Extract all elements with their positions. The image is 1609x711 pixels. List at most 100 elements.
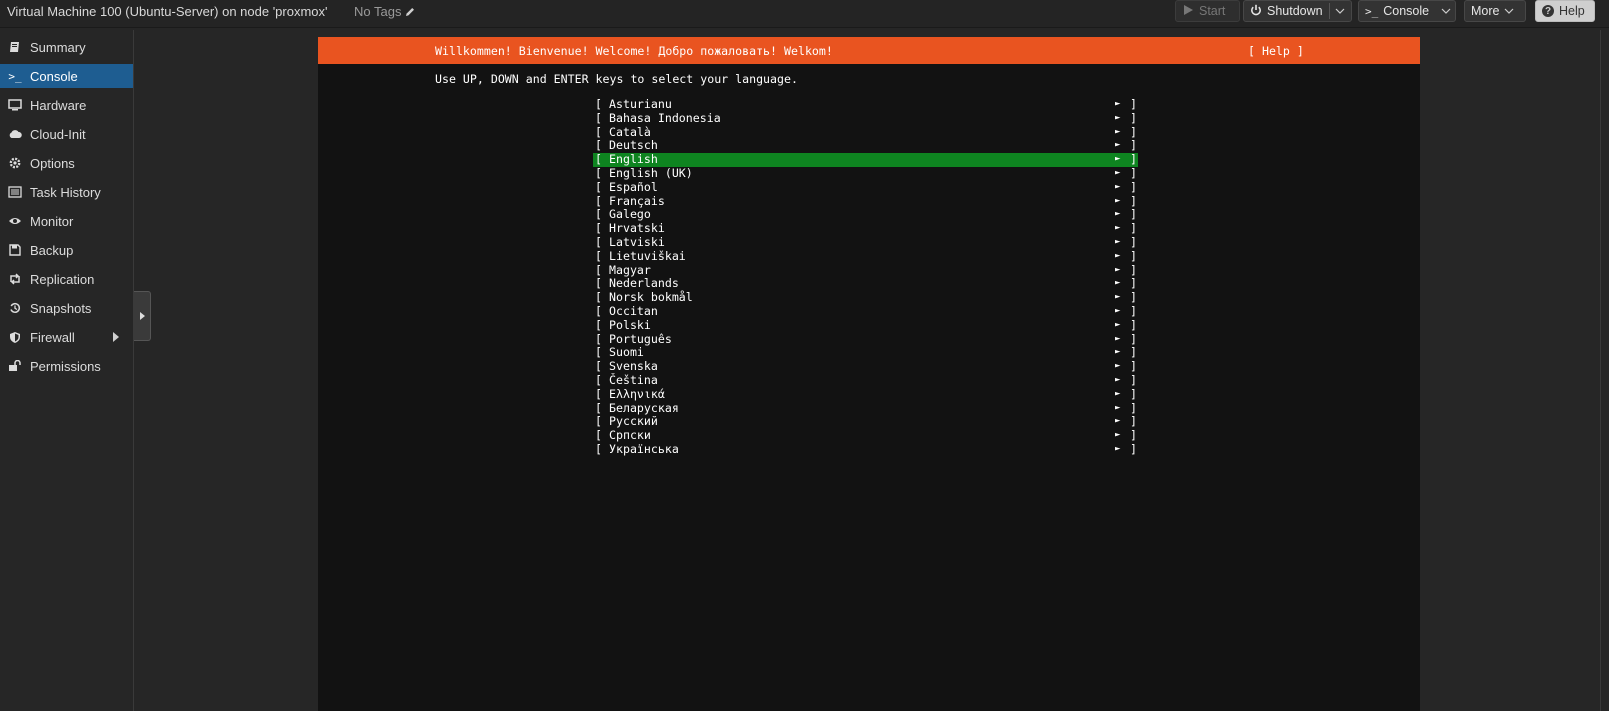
- language-option-label: Norsk bokmål: [609, 290, 693, 305]
- start-button[interactable]: Start: [1175, 0, 1240, 22]
- language-option[interactable]: [Português ►]: [593, 331, 1138, 347]
- language-option[interactable]: [Magyar ►]: [593, 262, 1138, 278]
- language-option[interactable]: [Asturianu ►]: [593, 97, 1138, 112]
- expand-arrow-icon[interactable]: [113, 332, 119, 342]
- bracket-open: [: [595, 248, 602, 263]
- triangle-right-icon: ►: [1115, 168, 1121, 178]
- novnc-sidebar-toggle[interactable]: [134, 291, 151, 341]
- language-option-label: Galego: [609, 207, 651, 222]
- panel-divider: [1600, 30, 1601, 711]
- bracket-open: [: [595, 97, 602, 111]
- language-option-label: Latviski: [609, 235, 665, 249]
- sidebar-item-hardware[interactable]: Hardware: [0, 93, 133, 117]
- chevron-down-icon[interactable]: [1441, 4, 1451, 18]
- bracket-close: ]: [1130, 248, 1137, 263]
- pencil-icon[interactable]: [404, 6, 416, 18]
- sidebar-item-task-history[interactable]: Task History: [0, 180, 133, 204]
- language-option[interactable]: [Nederlands ►]: [593, 277, 1138, 291]
- welcome-banner: Willkommen! Bienvenue! Welcome! Добро по…: [435, 44, 833, 58]
- triangle-right-icon: ►: [1115, 181, 1121, 192]
- language-option[interactable]: [Català ►]: [593, 125, 1138, 140]
- language-option[interactable]: [Українська ►]: [593, 442, 1138, 457]
- language-option[interactable]: [Suomi ►]: [593, 346, 1138, 360]
- sidebar-item-console[interactable]: >_ Console: [0, 64, 133, 88]
- console-label: Console: [1383, 4, 1430, 18]
- triangle-right-icon: ►: [1115, 388, 1121, 399]
- bracket-open: [: [595, 331, 602, 346]
- shutdown-button[interactable]: Shutdown: [1243, 0, 1352, 22]
- language-option[interactable]: [Беларуская ►]: [593, 401, 1138, 416]
- language-option[interactable]: [Galego ►]: [593, 208, 1138, 222]
- bracket-open: [: [595, 428, 602, 443]
- retweet-icon: [8, 272, 22, 286]
- language-option[interactable]: [Polski ►]: [593, 317, 1138, 333]
- triangle-right-icon: ►: [1115, 375, 1121, 385]
- language-option[interactable]: [English ►]: [593, 152, 1138, 167]
- bracket-open: [: [595, 179, 602, 194]
- language-option[interactable]: [Deutsch ►]: [593, 139, 1138, 153]
- language-option[interactable]: [English (UK) ►]: [593, 166, 1138, 181]
- language-option[interactable]: [Српски ►]: [593, 428, 1138, 443]
- language-option[interactable]: [Norsk bokmål ►]: [593, 290, 1138, 305]
- language-option-label: Magyar: [609, 262, 651, 277]
- list-icon: [8, 185, 22, 199]
- chevron-down-icon[interactable]: [1335, 4, 1345, 18]
- sidebar-item-label: Replication: [30, 271, 95, 287]
- language-option[interactable]: [Svenska ►]: [593, 359, 1138, 374]
- bracket-close: ]: [1130, 221, 1137, 236]
- language-option[interactable]: [Español ►]: [593, 179, 1138, 195]
- triangle-right-icon: ►: [1115, 126, 1121, 137]
- language-option-label: Українська: [609, 442, 679, 456]
- sidebar-item-monitor[interactable]: Monitor: [0, 209, 133, 233]
- language-option-label: Español: [609, 179, 658, 194]
- bracket-close: ]: [1130, 304, 1137, 318]
- bracket-open: [: [595, 373, 602, 387]
- bracket-open: [: [595, 235, 602, 249]
- sidebar-item-replication[interactable]: Replication: [0, 267, 133, 291]
- start-label: Start: [1199, 4, 1226, 18]
- sidebar-item-label: Firewall: [30, 329, 75, 345]
- sidebar-item-cloud-init[interactable]: Cloud-Init: [0, 122, 133, 146]
- top-toolbar: Virtual Machine 100 (Ubuntu-Server) on n…: [0, 0, 1609, 28]
- bracket-close: ]: [1130, 373, 1137, 387]
- language-option[interactable]: [ Čeština ►]: [593, 373, 1138, 388]
- language-option[interactable]: [Latviski ►]: [593, 235, 1138, 250]
- vm-console-screen[interactable]: Willkommen! Bienvenue! Welcome! Добро по…: [318, 37, 1420, 711]
- sidebar-item-snapshots[interactable]: Snapshots: [0, 296, 133, 320]
- sidebar-item-label: Permissions: [30, 358, 101, 374]
- sidebar-item-firewall[interactable]: Firewall: [0, 325, 133, 349]
- language-option-label: Suomi: [609, 345, 644, 360]
- floppy-icon: [8, 243, 22, 257]
- triangle-right-icon: ►: [1115, 195, 1121, 206]
- language-option[interactable]: [Hrvatski ►]: [593, 221, 1138, 236]
- language-option-label: English: [609, 152, 658, 167]
- sidebar-item-options[interactable]: Options: [0, 151, 133, 175]
- sidebar-item-summary[interactable]: Summary: [0, 35, 133, 59]
- language-option-label: Čeština: [609, 373, 658, 387]
- sidebar-item-label: Task History: [30, 184, 101, 200]
- sidebar-item-label: Cloud-Init: [30, 126, 86, 142]
- language-option[interactable]: [Русский ►]: [593, 415, 1138, 429]
- more-button[interactable]: More: [1464, 0, 1526, 22]
- language-option[interactable]: [Ελληνικά ►]: [593, 386, 1138, 402]
- bracket-open: [: [595, 386, 602, 401]
- sidebar-item-backup[interactable]: Backup: [0, 238, 133, 262]
- language-option[interactable]: [Lietuviškai ►]: [593, 248, 1138, 264]
- help-button[interactable]: ? Help: [1535, 0, 1595, 22]
- language-option-label: Српски: [609, 428, 651, 443]
- language-option[interactable]: [Occitan ►]: [593, 304, 1138, 319]
- unlock-icon: [8, 359, 22, 373]
- bracket-open: [: [595, 138, 602, 153]
- console-button[interactable]: >_ Console: [1358, 0, 1456, 22]
- triangle-right-icon: ►: [1115, 416, 1121, 427]
- bracket-open: [: [595, 276, 602, 291]
- tags-editor[interactable]: No Tags: [354, 4, 416, 19]
- language-option[interactable]: [Bahasa Indonesia ►]: [593, 111, 1138, 126]
- sidebar-item-permissions[interactable]: Permissions: [0, 354, 133, 378]
- installer-help-button[interactable]: [ Help ]: [1248, 44, 1304, 58]
- bracket-close: ]: [1130, 97, 1137, 111]
- bracket-open: [: [595, 317, 602, 332]
- language-option-label: Hrvatski: [609, 221, 665, 236]
- language-option[interactable]: [Français ►]: [593, 194, 1138, 209]
- triangle-right-icon: ►: [1115, 306, 1121, 316]
